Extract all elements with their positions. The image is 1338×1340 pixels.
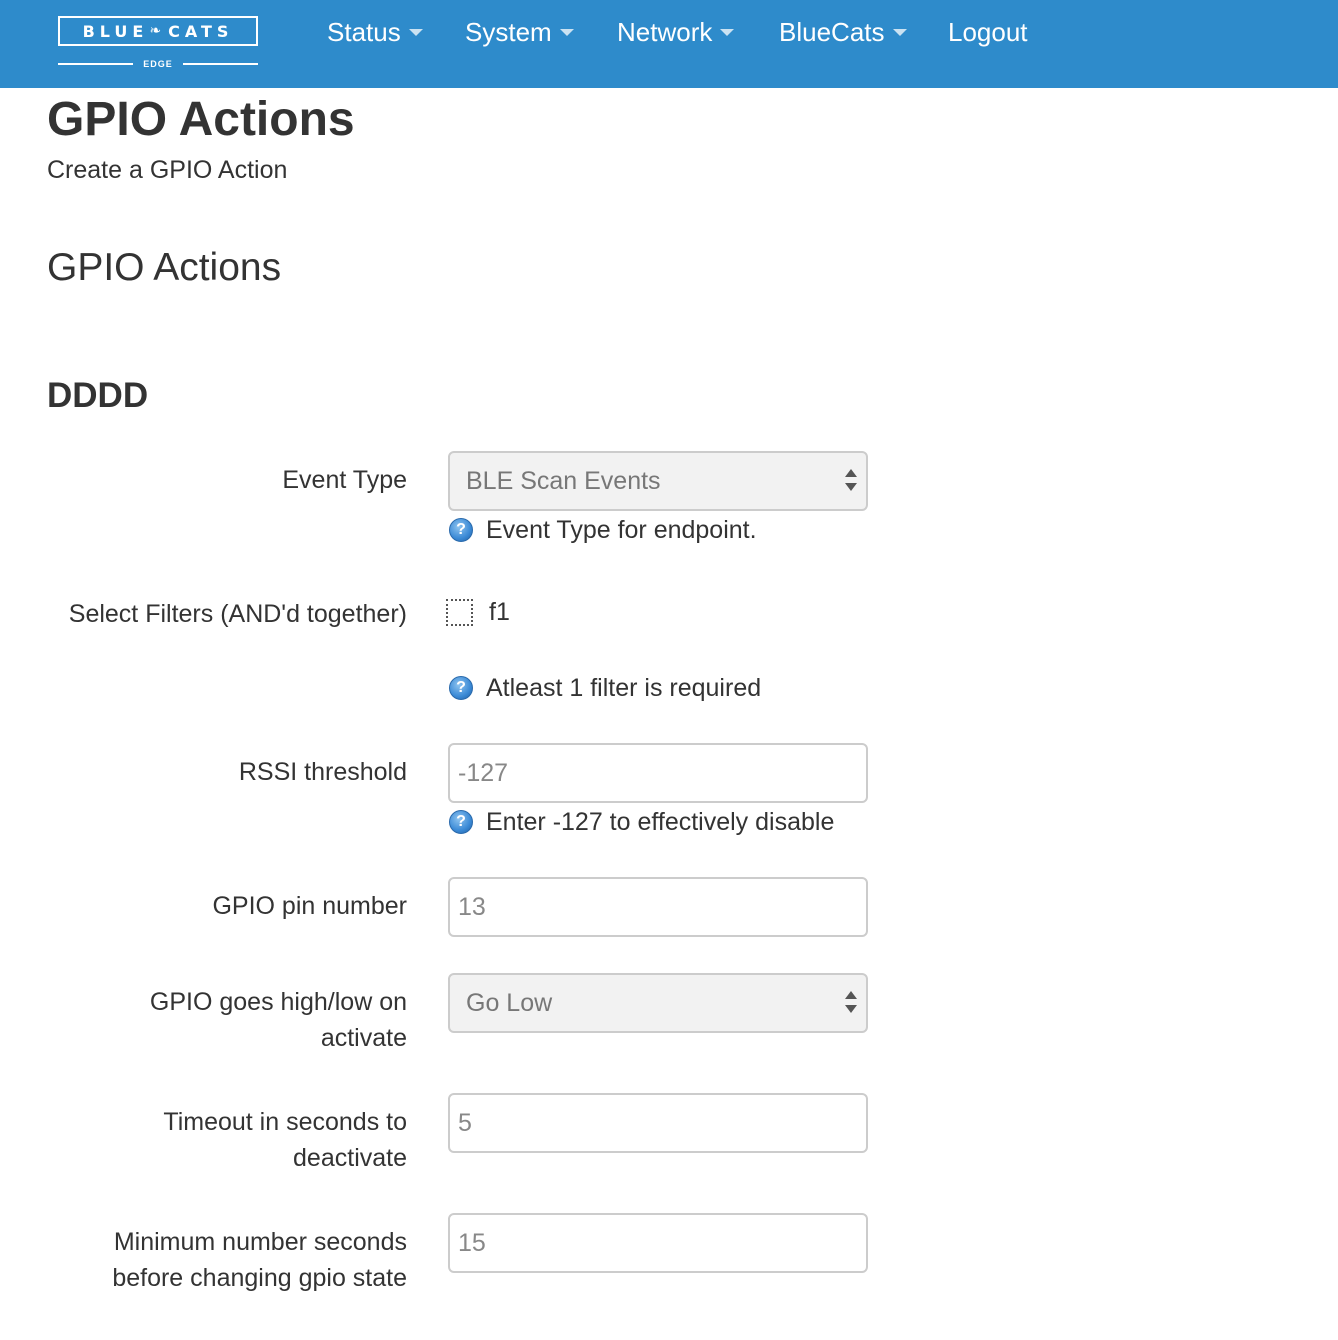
select-arrows-icon [845,469,857,493]
rssi-value: -127 [458,758,509,787]
filter-f1-label[interactable]: f1 [489,594,510,630]
gpio-state-label: GPIO goes high/low on activate [150,984,407,1056]
nav-item-logout[interactable]: Logout [948,14,1028,50]
brand-word-left: BLUE [82,21,149,41]
brand-divider-right [182,63,259,65]
timeout-label: Timeout in seconds to deactivate [163,1104,407,1176]
rssi-input[interactable]: -127 [448,743,868,803]
brand-divider-left [58,63,134,65]
nav-item-status[interactable]: Status [327,14,423,50]
gpio-state-select[interactable]: Go Low [448,973,868,1033]
gpio-pin-label: GPIO pin number [212,892,407,920]
action-group-title: DDDD [47,376,149,415]
nav-item-system-label: System [465,17,552,47]
chevron-down-icon [559,28,574,36]
nav-item-bluecats-label: BlueCats [779,17,885,47]
chevron-down-icon [720,28,735,36]
gpio-state-label-line1: GPIO goes high/low on [149,988,407,1016]
gpio-state-label-line2: activate [320,1024,407,1052]
brand-subtitle-text: EDGE [143,59,173,69]
timeout-value: 5 [458,1108,472,1137]
top-navbar: BLUE ❧ CATS EDGE Status System Network B… [0,0,1338,88]
help-icon[interactable]: ? [449,518,473,542]
event-type-help: ? Event Type for endpoint. [449,513,757,547]
rssi-help: ? Enter -127 to effectively disable [449,805,834,839]
nav-item-bluecats[interactable]: BlueCats [779,14,907,50]
timeout-input[interactable]: 5 [448,1093,868,1153]
brand-logo[interactable]: BLUE ❧ CATS EDGE [58,16,262,72]
min-seconds-value: 15 [458,1228,486,1257]
chevron-down-icon [892,28,907,36]
help-icon[interactable]: ? [449,810,473,834]
timeout-label-line1: Timeout in seconds to [163,1108,407,1136]
nav-item-status-label: Status [327,17,401,47]
event-type-selected: BLE Scan Events [466,466,661,495]
event-type-help-text: Event Type for endpoint. [486,515,757,544]
gpio-pin-value: 13 [458,892,486,921]
min-seconds-input[interactable]: 15 [448,1213,868,1273]
gpio-pin-input[interactable]: 13 [448,877,868,937]
event-type-select[interactable]: BLE Scan Events [448,451,868,511]
brand-subtitle: EDGE [58,56,259,72]
brand-word-right: CATS [168,21,234,41]
help-icon[interactable]: ? [449,676,473,700]
min-seconds-label-line2: before changing gpio state [112,1264,407,1292]
min-seconds-label-line1: Minimum number seconds [113,1228,407,1256]
filters-help-text: Atleast 1 filter is required [486,673,762,702]
select-arrows-icon [845,991,857,1015]
timeout-label-line2: deactivate [293,1144,407,1172]
nav-item-network[interactable]: Network [617,14,735,50]
rssi-label: RSSI threshold [238,758,407,786]
nav-item-logout-label: Logout [948,17,1028,47]
chevron-down-icon [408,28,423,36]
gpio-state-selected: Go Low [466,988,553,1017]
rssi-help-text: Enter -127 to effectively disable [486,807,835,836]
nav-item-network-label: Network [617,17,713,47]
section-title: GPIO Actions [47,246,282,289]
leaf-icon: ❧ [149,23,162,39]
event-type-label: Event Type [282,466,407,494]
filter-f1-checkbox[interactable] [446,599,473,626]
filters-help: ? Atleast 1 filter is required [449,671,761,705]
min-seconds-label: Minimum number seconds before changing g… [112,1224,407,1296]
brand-wordmark: BLUE ❧ CATS [58,16,258,46]
page-title: GPIO Actions [47,93,355,146]
page-subtitle: Create a GPIO Action [47,156,288,184]
nav-item-system[interactable]: System [465,14,574,50]
filters-label: Select Filters (AND'd together) [68,600,407,628]
